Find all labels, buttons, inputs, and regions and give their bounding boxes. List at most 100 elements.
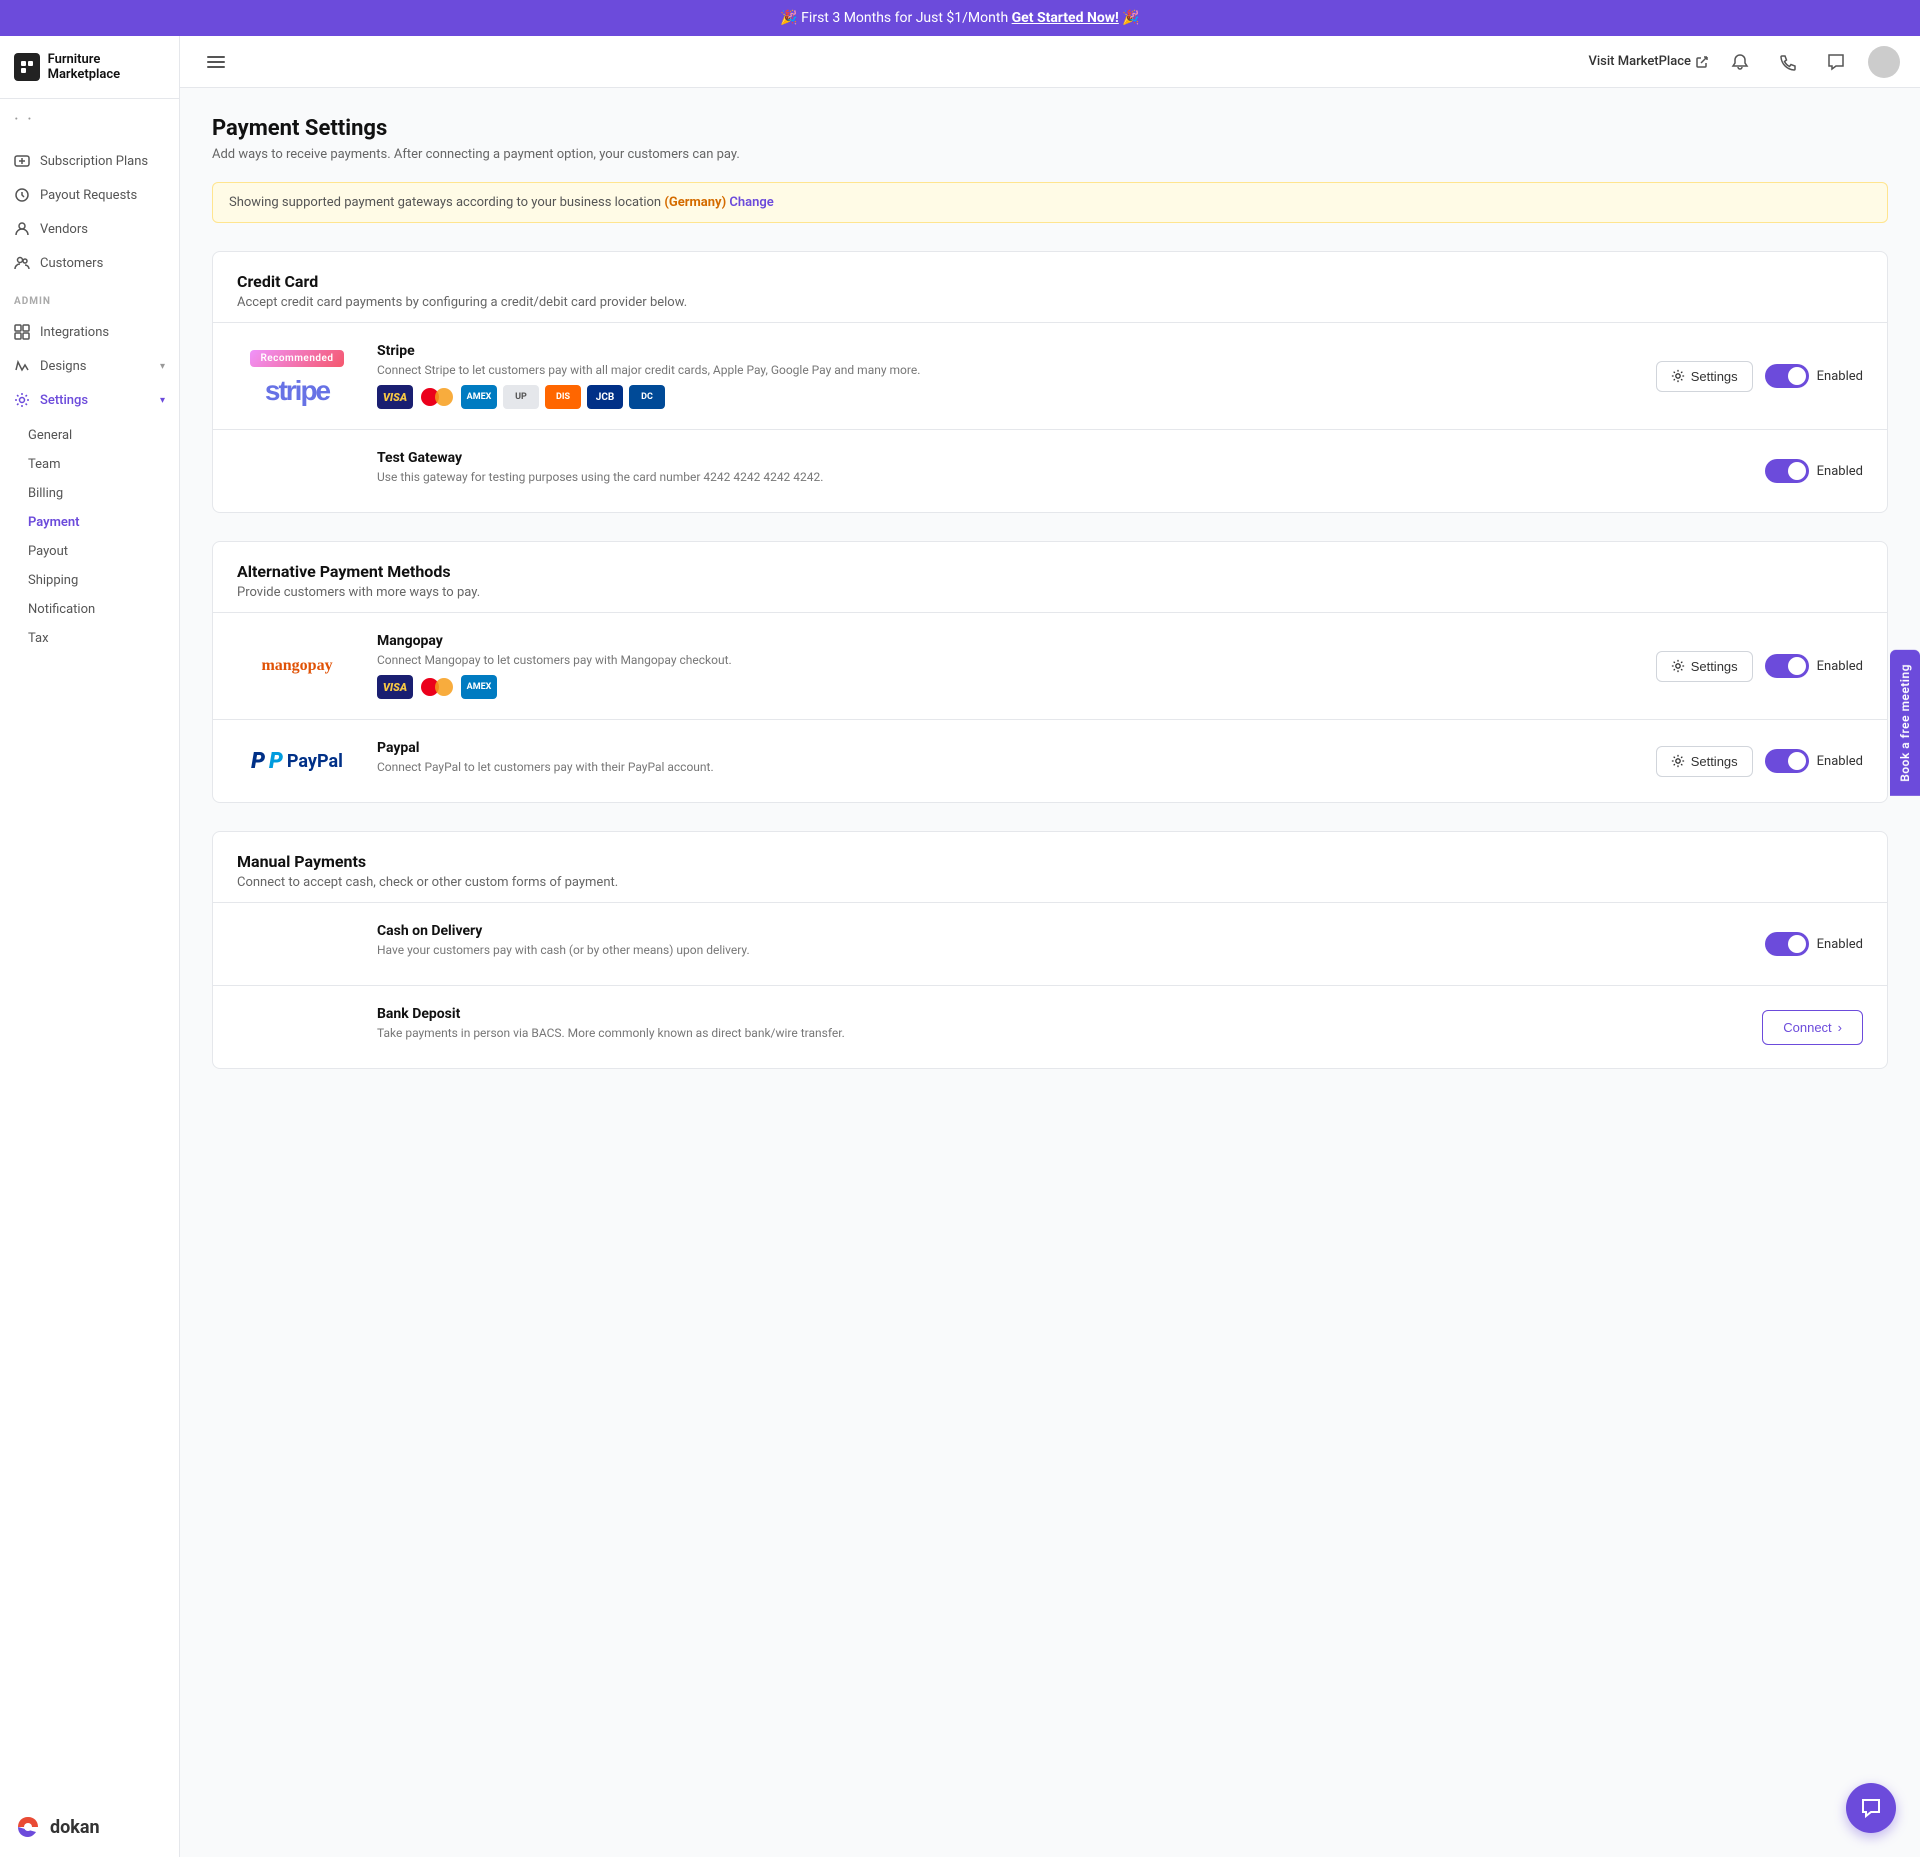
jcb-icon: JCB — [587, 385, 623, 409]
sidebar-item-settings[interactable]: Settings ▾ — [0, 383, 179, 417]
sidebar-label-designs: Designs — [40, 359, 86, 374]
settings-arrow-icon: ▾ — [160, 395, 165, 406]
cod-enabled-label: Enabled — [1817, 937, 1863, 952]
sidebar-item-payout-requests[interactable]: Payout Requests — [0, 178, 179, 212]
main-content: Payment Settings Add ways to receive pay… — [180, 88, 1920, 1857]
manual-desc: Connect to accept cash, check or other c… — [237, 875, 1863, 890]
settings-sub-team[interactable]: Team — [0, 450, 179, 479]
settings-sub-shipping[interactable]: Shipping — [0, 566, 179, 595]
stripe-toggle-wrap: Enabled — [1765, 364, 1863, 388]
bank-deposit-name: Bank Deposit — [377, 1006, 1742, 1022]
stripe-enabled-label: Enabled — [1817, 369, 1863, 384]
info-banner-change-link[interactable]: Change — [729, 195, 773, 210]
notification-button[interactable] — [1724, 46, 1756, 78]
visa-icon: VISA — [377, 385, 413, 409]
dokan-brand-name: dokan — [50, 1817, 100, 1838]
mangopay-amex-icon: AMEX — [461, 675, 497, 699]
stripe-settings-button[interactable]: Settings — [1656, 361, 1753, 392]
manual-title: Manual Payments — [237, 852, 1863, 871]
credit-card-desc: Accept credit card payments by configuri… — [237, 295, 1863, 310]
settings-sub-notification[interactable]: Notification — [0, 595, 179, 624]
stripe-name: Stripe — [377, 343, 1636, 359]
app-logo[interactable]: Furniture Marketplace — [0, 36, 179, 99]
sidebar-label-settings: Settings — [40, 393, 88, 408]
stripe-toggle[interactable] — [1765, 364, 1809, 388]
mangopay-gear-icon — [1671, 659, 1685, 673]
manual-payments-section: Manual Payments Connect to accept cash, … — [212, 831, 1888, 1069]
top-header: Visit MarketPlace — [180, 36, 1920, 88]
credit-card-header: Credit Card Accept credit card payments … — [213, 252, 1887, 322]
cod-desc: Have your customers pay with cash (or by… — [377, 943, 1745, 957]
test-gateway-enabled-label: Enabled — [1817, 464, 1863, 479]
paypal-text: PayPal — [287, 751, 343, 772]
mangopay-desc: Connect Mangopay to let customers pay wi… — [377, 653, 1636, 667]
visit-marketplace-text: Visit MarketPlace — [1588, 54, 1691, 69]
promo-text: 🎉 First 3 Months for Just $1/Month — [780, 10, 1008, 26]
book-meeting-tab[interactable]: Book a free meeting — [1890, 650, 1920, 796]
sidebar-item-designs[interactable]: Designs ▾ — [0, 349, 179, 383]
sidebar-item-integrations[interactable]: Integrations — [0, 315, 179, 349]
visit-marketplace-link[interactable]: Visit MarketPlace — [1588, 54, 1708, 69]
settings-submenu: General Team Billing Payment Payout Ship… — [0, 421, 179, 653]
settings-sub-billing[interactable]: Billing — [0, 479, 179, 508]
mangopay-enabled-label: Enabled — [1817, 659, 1863, 674]
test-gateway-toggle[interactable] — [1765, 459, 1809, 483]
test-gateway-desc: Use this gateway for testing purposes us… — [377, 470, 1745, 484]
settings-sub-tax[interactable]: Tax — [0, 624, 179, 653]
stripe-desc: Connect Stripe to let customers pay with… — [377, 363, 1636, 377]
chat-button[interactable] — [1820, 46, 1852, 78]
mangopay-actions: Settings Enabled — [1656, 651, 1863, 682]
user-avatar[interactable] — [1868, 46, 1900, 78]
mangopay-logo-wrap: mangopay — [237, 657, 357, 675]
info-banner: Showing supported payment gateways accor… — [212, 182, 1888, 223]
mangopay-name: Mangopay — [377, 633, 1636, 649]
amex-icon: AMEX — [461, 385, 497, 409]
mangopay-settings-button[interactable]: Settings — [1656, 651, 1753, 682]
paypal-item: P P PayPal Paypal Connect PayPal to let … — [213, 719, 1887, 802]
cod-toggle[interactable] — [1765, 932, 1809, 956]
settings-sub-payment[interactable]: Payment — [0, 508, 179, 537]
settings-sub-general[interactable]: General — [0, 421, 179, 450]
bank-deposit-connect-button[interactable]: Connect › — [1762, 1010, 1863, 1045]
sidebar-label-subscription: Subscription Plans — [40, 154, 148, 169]
sidebar-item-vendors[interactable]: Vendors — [0, 212, 179, 246]
sidebar: Furniture Marketplace · · Subscription P… — [0, 36, 180, 1857]
mangopay-logo: mangopay — [261, 657, 332, 675]
paypal-settings-button[interactable]: Settings — [1656, 746, 1753, 777]
promo-cta[interactable]: Get Started Now! — [1012, 10, 1119, 26]
test-gateway-info: Test Gateway Use this gateway for testin… — [377, 450, 1745, 492]
sidebar-label-customers: Customers — [40, 256, 103, 271]
sidebar-nav-top: Subscription Plans Payout Requests Vendo… — [0, 140, 179, 284]
sidebar-item-subscription[interactable]: Subscription Plans — [0, 144, 179, 178]
manual-header: Manual Payments Connect to accept cash, … — [213, 832, 1887, 902]
mangopay-toggle[interactable] — [1765, 654, 1809, 678]
promo-bar: 🎉 First 3 Months for Just $1/Month Get S… — [0, 0, 1920, 36]
sidebar-item-customers[interactable]: Customers — [0, 246, 179, 280]
paypal-settings-label: Settings — [1691, 754, 1738, 769]
phone-button[interactable] — [1772, 46, 1804, 78]
mangopay-settings-label: Settings — [1691, 659, 1738, 674]
stripe-logo: stripe — [250, 375, 343, 407]
settings-sub-payout[interactable]: Payout — [0, 537, 179, 566]
stripe-card-icons: VISA AMEX UP DIS JCB DC — [377, 385, 1636, 409]
chat-bubble[interactable] — [1846, 1783, 1896, 1833]
header-right: Visit MarketPlace — [1588, 46, 1900, 78]
cod-name: Cash on Delivery — [377, 923, 1745, 939]
bank-deposit-item: Bank Deposit Take payments in person via… — [213, 985, 1887, 1068]
test-gateway-actions: Enabled — [1765, 459, 1863, 483]
mangopay-card-icons: VISA AMEX — [377, 675, 1636, 699]
discover-icon: DIS — [545, 385, 581, 409]
external-link-icon — [1696, 56, 1708, 68]
paypal-toggle[interactable] — [1765, 749, 1809, 773]
alternative-title: Alternative Payment Methods — [237, 562, 1863, 581]
hamburger-button[interactable] — [200, 46, 232, 78]
alternative-header: Alternative Payment Methods Provide cust… — [213, 542, 1887, 612]
gear-icon — [1671, 369, 1685, 383]
paypal-actions: Settings Enabled — [1656, 746, 1863, 777]
test-gateway-toggle-wrap: Enabled — [1765, 459, 1863, 483]
test-gateway-item: Test Gateway Use this gateway for testin… — [213, 429, 1887, 512]
diners-icon: DC — [629, 385, 665, 409]
stripe-actions: Settings Enabled — [1656, 361, 1863, 392]
mastercard-icon — [419, 385, 455, 409]
app-logo-icon — [14, 53, 40, 81]
